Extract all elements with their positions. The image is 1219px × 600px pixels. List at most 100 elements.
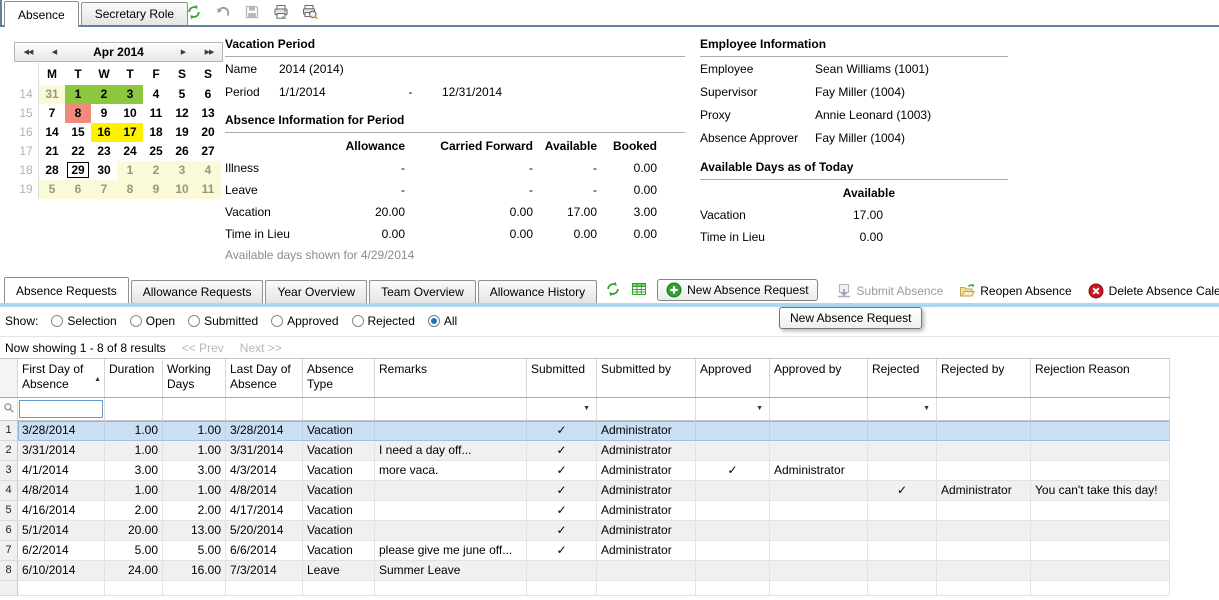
tab-year-overview[interactable]: Year Overview — [265, 280, 367, 303]
tab-absence-requests[interactable]: Absence Requests — [4, 277, 129, 303]
radio-submitted[interactable]: Submitted — [188, 314, 258, 328]
refresh-icon[interactable] — [185, 3, 203, 21]
calendar-day[interactable]: 24 — [117, 142, 143, 161]
column-header-rejected-by[interactable]: Rejected by — [937, 359, 1031, 397]
filter-dropdown-icon[interactable]: ▼ — [756, 405, 763, 412]
column-header-last-day-of-absence[interactable]: Last Day of Absence — [226, 359, 303, 397]
calendar-next-month-button[interactable]: ▶ — [170, 48, 196, 56]
calendar-day[interactable]: 1 — [65, 85, 91, 104]
column-header-working-days[interactable]: Working Days — [163, 359, 226, 397]
tab-allowance-history[interactable]: Allowance History — [478, 280, 597, 303]
cell-submitted-by — [597, 561, 696, 581]
tab-team-overview[interactable]: Team Overview — [369, 280, 476, 303]
calendar-day[interactable]: 3 — [169, 161, 195, 180]
radio-rejected[interactable]: Rejected — [352, 314, 415, 328]
calendar-day[interactable]: 8 — [117, 180, 143, 199]
calendar-day[interactable]: 9 — [143, 180, 169, 199]
calendar-day[interactable]: 10 — [117, 104, 143, 123]
calendar-day[interactable]: 23 — [91, 142, 117, 161]
undo-icon[interactable] — [214, 3, 232, 21]
column-header-rejected[interactable]: Rejected — [868, 359, 937, 397]
column-header-first-day-of-absence[interactable]: First Day of Absence▲ — [18, 359, 105, 397]
next-page-link[interactable]: Next >> — [240, 341, 282, 355]
new-absence-request-button[interactable]: New Absence Request — [657, 279, 817, 301]
calendar-day-today[interactable]: 29 — [65, 161, 91, 180]
table-row[interactable]: 23/31/20141.001.003/31/2014VacationI nee… — [0, 441, 1170, 461]
calendar-day[interactable]: 27 — [195, 142, 221, 161]
calendar-day[interactable]: 11 — [195, 180, 221, 199]
calendar-day[interactable]: 6 — [65, 180, 91, 199]
calendar-day[interactable]: 17 — [117, 123, 143, 142]
cell-absence-type: Vacation — [303, 441, 375, 461]
tab-allowance-requests[interactable]: Allowance Requests — [131, 280, 264, 303]
column-header-submitted[interactable]: Submitted — [527, 359, 597, 397]
calendar-day[interactable]: 13 — [195, 104, 221, 123]
calendar-day[interactable]: 5 — [39, 180, 65, 199]
column-header-approved[interactable]: Approved — [696, 359, 770, 397]
calendar-day[interactable]: 9 — [91, 104, 117, 123]
calendar-day[interactable]: 20 — [195, 123, 221, 142]
calendar-day[interactable]: 26 — [169, 142, 195, 161]
print-preview-icon[interactable] — [301, 3, 319, 21]
calendar-day[interactable]: 5 — [169, 85, 195, 104]
table-row[interactable]: 65/1/201420.0013.005/20/2014Vacation✓Adm… — [0, 521, 1170, 541]
filter-cell-absence-type — [303, 398, 375, 420]
column-header-absence-type[interactable]: Absence Type — [303, 359, 375, 397]
calendar-day[interactable]: 2 — [143, 161, 169, 180]
calendar-day[interactable]: 1 — [117, 161, 143, 180]
column-header-rejection-reason[interactable]: Rejection Reason — [1031, 359, 1170, 397]
calendar-day[interactable]: 10 — [169, 180, 195, 199]
calendar-day[interactable]: 8 — [65, 104, 91, 123]
tab-absence[interactable]: Absence — [4, 1, 79, 27]
calendar-prev-year-button[interactable]: ◀◀ — [15, 48, 41, 56]
calendar-day[interactable]: 21 — [39, 142, 65, 161]
calendar-day[interactable]: 6 — [195, 85, 221, 104]
table-row[interactable]: 86/10/201424.0016.007/3/2014LeaveSummer … — [0, 561, 1170, 581]
table-row[interactable]: 13/28/20141.001.003/28/2014Vacation✓Admi… — [0, 421, 1170, 441]
radio-selection[interactable]: Selection — [51, 314, 116, 328]
delete-absence-calendar-line-button[interactable]: Delete Absence Calendar Line — [1088, 283, 1219, 299]
calendar-day[interactable]: 30 — [91, 161, 117, 180]
filter-first-day-input[interactable] — [19, 400, 103, 418]
calendar-prev-month-button[interactable]: ◀ — [41, 48, 67, 56]
table-row[interactable]: 54/16/20142.002.004/17/2014Vacation✓Admi… — [0, 501, 1170, 521]
calendar-nav: ◀◀ ◀ Apr 2014 ▶ ▶▶ — [14, 42, 223, 62]
table-row[interactable]: 76/2/20145.005.006/6/2014Vacationplease … — [0, 541, 1170, 561]
calendar-day[interactable]: 16 — [91, 123, 117, 142]
radio-open[interactable]: Open — [130, 314, 175, 328]
prev-page-link[interactable]: << Prev — [182, 341, 224, 355]
column-header-submitted-by[interactable]: Submitted by — [597, 359, 696, 397]
calendar-day[interactable]: 14 — [39, 123, 65, 142]
calendar-day[interactable]: 4 — [195, 161, 221, 180]
radio-approved[interactable]: Approved — [271, 314, 338, 328]
calendar-day[interactable]: 25 — [143, 142, 169, 161]
table-row[interactable]: 34/1/20143.003.004/3/2014Vacationmore va… — [0, 461, 1170, 481]
calendar-day[interactable]: 4 — [143, 85, 169, 104]
calendar-day[interactable]: 28 — [39, 161, 65, 180]
reopen-absence-button[interactable]: Reopen Absence — [959, 283, 1071, 299]
filter-dropdown-icon[interactable]: ▼ — [583, 405, 590, 412]
filter-dropdown-icon[interactable]: ▼ — [923, 405, 930, 412]
refresh-icon[interactable] — [605, 280, 621, 298]
calendar-day[interactable]: 31 — [39, 85, 65, 104]
calendar-day[interactable]: 12 — [169, 104, 195, 123]
print-icon[interactable] — [272, 3, 290, 21]
calendar-day[interactable]: 2 — [91, 85, 117, 104]
column-header-duration[interactable]: Duration — [105, 359, 163, 397]
calendar-next-year-button[interactable]: ▶▶ — [196, 48, 222, 56]
table-row[interactable]: 44/8/20141.001.004/8/2014Vacation✓Admini… — [0, 481, 1170, 501]
table-icon[interactable] — [631, 280, 647, 298]
calendar-day[interactable]: 15 — [65, 123, 91, 142]
calendar-day[interactable]: 7 — [39, 104, 65, 123]
calendar-day[interactable]: 19 — [169, 123, 195, 142]
calendar-day[interactable]: 7 — [91, 180, 117, 199]
column-header-remarks[interactable]: Remarks — [375, 359, 527, 397]
calendar-day[interactable]: 18 — [143, 123, 169, 142]
tab-secretary-role[interactable]: Secretary Role — [81, 2, 188, 25]
calendar-day[interactable]: 11 — [143, 104, 169, 123]
column-header-approved-by[interactable]: Approved by — [770, 359, 868, 397]
calendar-day[interactable]: 3 — [117, 85, 143, 104]
radio-all[interactable]: All — [428, 314, 457, 328]
calendar-day[interactable]: 22 — [65, 142, 91, 161]
vacation-period-title: Vacation Period — [225, 37, 685, 57]
